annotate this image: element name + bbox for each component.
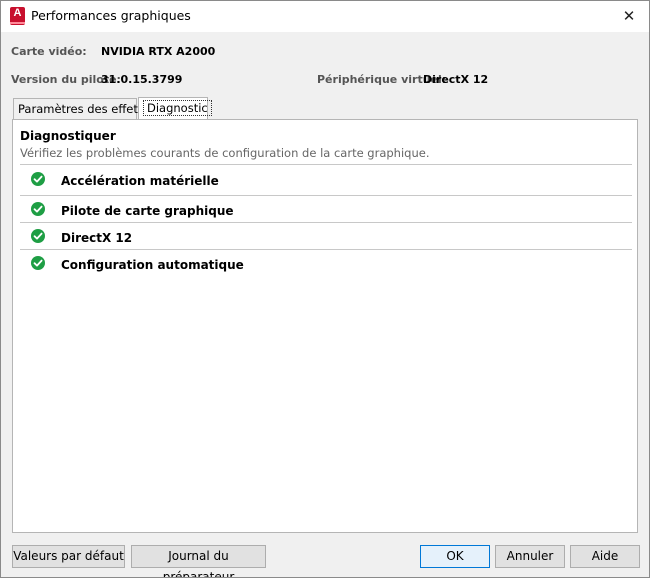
check-icon [31,229,45,243]
ok-button[interactable]: OK [420,545,490,568]
title-bar: A Performances graphiques ✕ [1,1,649,32]
tab-label: Diagnostic [143,100,212,116]
divider [20,222,632,223]
close-icon: ✕ [622,7,636,25]
tab-diagnostic[interactable]: Diagnostic [138,97,212,119]
dialog-window: A Performances graphiques ✕ Carte vidéo:… [0,0,650,578]
tab-effects-settings[interactable]: Paramètres des effets [13,98,144,119]
divider [20,249,632,250]
window-title: Performances graphiques [31,8,191,23]
check-icon [31,202,45,216]
driver-version-value: 31.0.15.3799 [101,73,183,86]
diagnostic-item-auto-configuration: Configuration automatique [61,258,244,272]
divider [20,164,632,165]
cancel-button[interactable]: Annuler [495,545,565,568]
check-icon [31,172,45,186]
divider [20,195,632,196]
virtual-device-value: DirectX 12 [423,73,489,86]
app-logo-icon: A [10,7,25,25]
diagnostic-item-directx: DirectX 12 [61,231,133,245]
section-description: Vérifiez les problèmes courants de confi… [20,146,430,160]
check-icon [31,256,45,270]
diagnostic-item-hardware-acceleration: Accélération matérielle [61,174,219,188]
diagnostic-item-graphics-driver: Pilote de carte graphique [61,204,234,218]
tab-label: Paramètres des effets [18,102,144,116]
default-values-button[interactable]: Valeurs par défaut [12,545,125,568]
close-button[interactable]: ✕ [609,1,649,32]
section-title: Diagnostiquer [20,129,116,143]
preparer-log-button[interactable]: Journal du préparateur [131,545,266,577]
video-card-label: Carte vidéo: [11,45,87,58]
help-button[interactable]: Aide [570,545,640,568]
diagnostic-panel: Diagnostiquer Vérifiez les problèmes cou… [12,119,638,533]
video-card-value: NVIDIA RTX A2000 [101,45,216,58]
